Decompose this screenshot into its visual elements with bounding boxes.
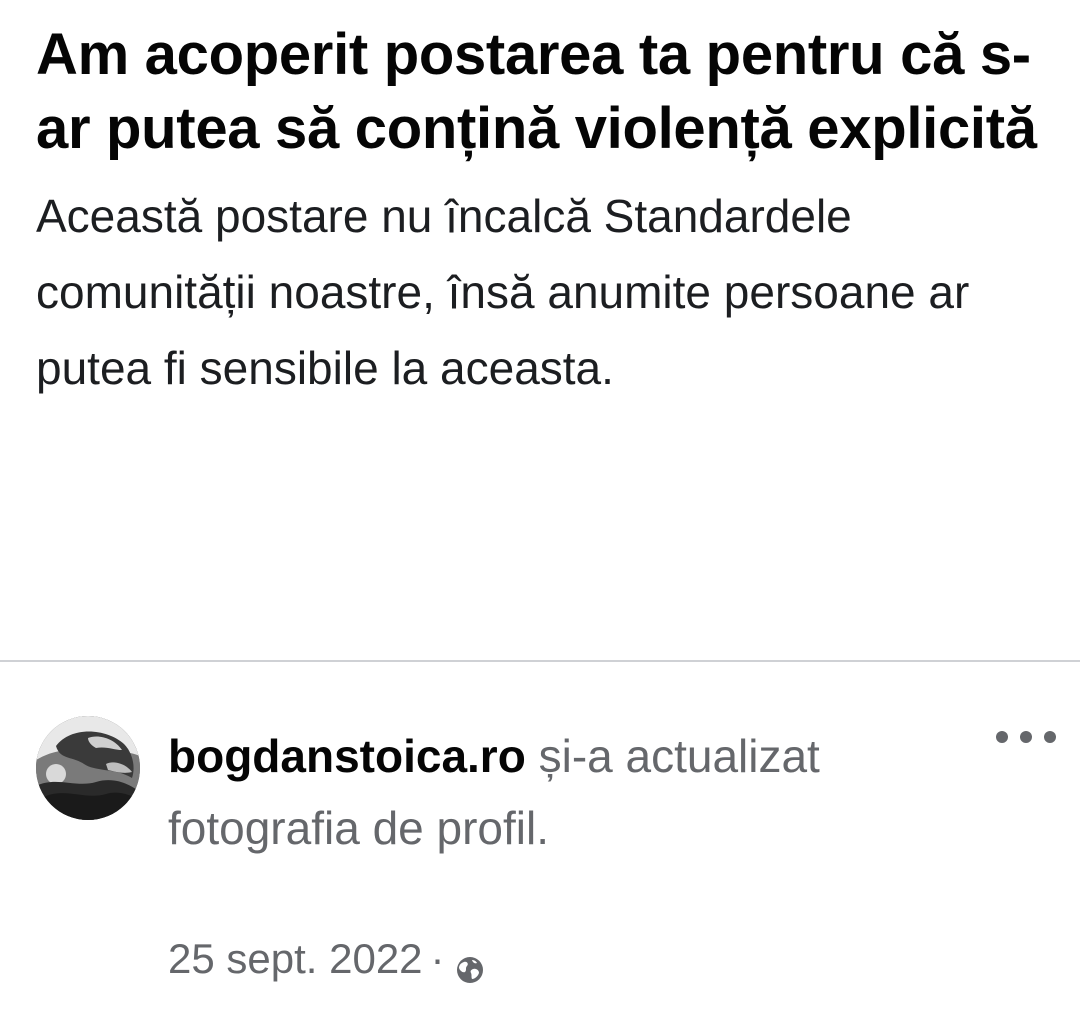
post-date[interactable]: 25 sept. 2022 <box>168 932 423 986</box>
globe-icon[interactable] <box>455 944 485 983</box>
post-meta: 25 sept. 2022 · <box>168 932 485 986</box>
more-options-icon[interactable] <box>996 722 1056 752</box>
sensitive-content-warning: Am acoperit postarea ta pentru că s-ar p… <box>36 18 1046 406</box>
warning-description: Această postare nu încalcă Standardele c… <box>36 190 970 394</box>
warning-title: Am acoperit postarea ta pentru că s-ar p… <box>36 22 1037 161</box>
post-description: bogdanstoica.ro și-a actualizat fotograf… <box>168 720 868 864</box>
more-dot <box>996 731 1008 743</box>
meta-separator: · <box>430 935 445 982</box>
profile-photo <box>36 716 140 820</box>
more-dot <box>1020 731 1032 743</box>
avatar[interactable] <box>36 716 140 820</box>
author-name[interactable]: bogdanstoica.ro <box>168 730 526 782</box>
post-header: bogdanstoica.ro și-a actualizat fotograf… <box>0 662 1080 1012</box>
more-dot <box>1044 731 1056 743</box>
